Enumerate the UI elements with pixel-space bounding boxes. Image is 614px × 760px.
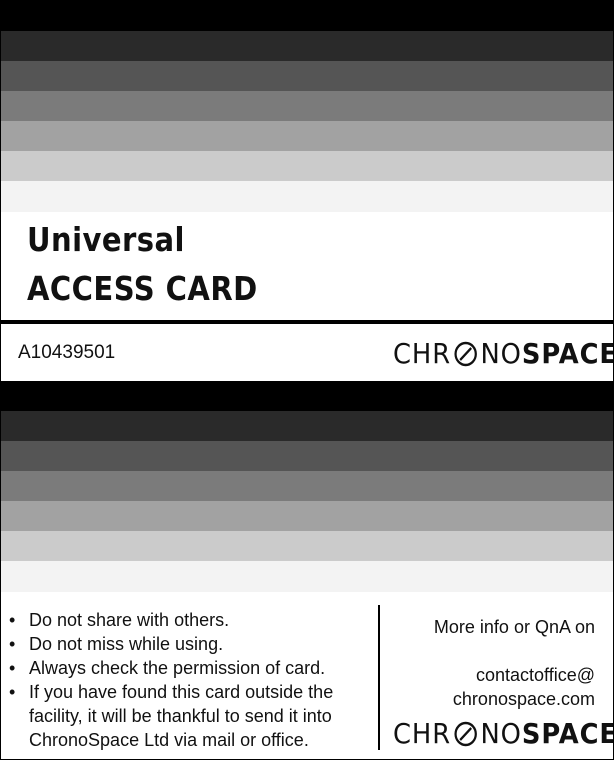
gray-stripe xyxy=(1,91,613,121)
gray-stripe xyxy=(1,61,613,91)
contact-heading: More info or QnA on xyxy=(433,617,595,637)
logo-text-no: NO xyxy=(480,717,522,750)
gray-stripe xyxy=(1,531,613,561)
logo-text-space: SPACE xyxy=(521,337,614,370)
gray-stripe xyxy=(1,411,613,441)
id-band: A10439501 CHR NO SPACE xyxy=(1,324,613,381)
rule-item: • Do not miss while using. xyxy=(9,632,379,656)
rule-text: Always check the permission of card. xyxy=(29,658,326,678)
rule-text: Do not share with others. xyxy=(29,610,230,630)
card-id-number: A10439501 xyxy=(18,342,116,363)
chronospace-logo-bottom: CHR NO SPACE xyxy=(393,717,614,750)
vertical-divider xyxy=(378,605,380,750)
rule-text: Do not miss while using. xyxy=(29,634,224,654)
gray-stripe xyxy=(1,181,613,212)
logo-text-left: CHR xyxy=(393,717,452,750)
gray-stripe xyxy=(1,151,613,181)
card-title-line-1: Universal xyxy=(27,220,185,259)
bullet-icon: • xyxy=(9,610,16,630)
rule-text: If you have found this card outside the … xyxy=(29,682,334,750)
contact-email-line-2[interactable]: chronospace.com xyxy=(453,689,595,710)
logo-slashed-o-icon xyxy=(454,341,477,366)
title-panel: Universal ACCESS CARD xyxy=(1,212,613,321)
gray-stripe xyxy=(1,31,613,61)
gray-stripe xyxy=(1,441,613,471)
gray-stripe xyxy=(1,381,613,411)
gray-stripe xyxy=(1,561,613,592)
chronospace-logo-top: CHR NO SPACE xyxy=(393,337,614,370)
contact-email-line-1[interactable]: contactoffice@ xyxy=(476,665,595,686)
bullet-icon: • xyxy=(9,634,16,654)
logo-text-space: SPACE xyxy=(521,717,614,750)
gray-stripe xyxy=(1,121,613,151)
access-card: Universal ACCESS CARD A10439501 CHR NO SP… xyxy=(0,0,614,760)
rule-item: • If you have found this card outside the… xyxy=(9,680,379,752)
gray-stripe xyxy=(1,501,613,531)
usage-rules-list: • Do not share with others. • Do not miss … xyxy=(9,608,379,752)
bullet-icon: • xyxy=(9,682,16,702)
top-stripe-band xyxy=(1,1,613,212)
middle-stripe-band xyxy=(1,381,613,592)
gray-stripe xyxy=(1,1,613,31)
bullet-icon: • xyxy=(9,658,16,678)
rule-item: • Do not share with others. xyxy=(9,608,379,632)
rule-item: • Always check the permission of card. xyxy=(9,656,379,680)
logo-text-left: CHR xyxy=(393,337,452,370)
logo-text-no: NO xyxy=(480,337,522,370)
card-title-line-2: ACCESS CARD xyxy=(27,269,258,308)
gray-stripe xyxy=(1,471,613,501)
logo-slashed-o-icon xyxy=(454,721,477,746)
